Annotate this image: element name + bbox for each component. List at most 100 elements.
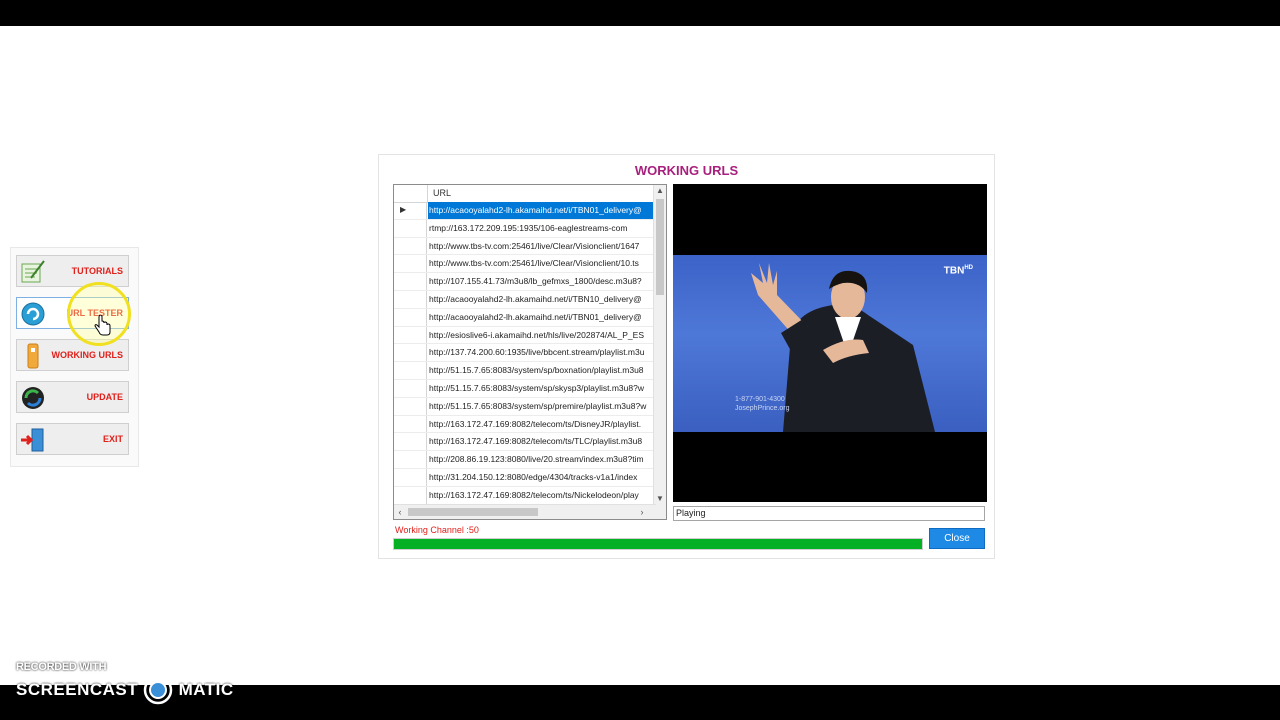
scroll-left-icon[interactable]: ‹ bbox=[394, 505, 406, 519]
tbn-logo-text: TBN bbox=[943, 265, 965, 277]
row-header[interactable] bbox=[394, 237, 427, 255]
row-header[interactable] bbox=[394, 308, 427, 326]
table-row[interactable]: http://www.tbs-tv.com:25461/live/Clear/V… bbox=[394, 237, 656, 256]
horizontal-scrollbar[interactable]: ‹ › bbox=[394, 504, 656, 519]
watermark-matic: MATIC bbox=[178, 680, 234, 699]
video-frame: TBNHD 1-877-901-4300 JosephPrince.org bbox=[673, 255, 987, 432]
working-urls-dialog: WORKING URLS URL ▶ http://acaooyalahd2-lh… bbox=[378, 154, 995, 559]
table-row[interactable]: http://51.15.7.65:8083/system/sp/premire… bbox=[394, 397, 656, 416]
row-header[interactable] bbox=[394, 273, 427, 290]
table-row[interactable]: http://208.86.19.123:8080/live/20.stream… bbox=[394, 451, 656, 469]
exit-button[interactable]: EXIT bbox=[16, 423, 129, 455]
exit-icon bbox=[21, 428, 44, 452]
side-menu: TUTORIALS URL TESTER WORKING URLS UPDATE… bbox=[10, 247, 139, 467]
table-row[interactable]: http://163.172.47.169:8082/telecom/ts/TL… bbox=[394, 433, 656, 452]
screencast-logo-icon bbox=[144, 675, 173, 705]
url-cell[interactable]: http://163.172.47.169:8082/telecom/ts/TL… bbox=[428, 433, 655, 450]
row-header[interactable] bbox=[394, 219, 427, 237]
url-cell[interactable]: http://51.15.7.65:8083/system/sp/premire… bbox=[428, 398, 655, 415]
video-site: JosephPrince.org bbox=[735, 405, 790, 412]
row-header[interactable]: ▶ bbox=[394, 202, 427, 219]
url-cell[interactable]: http://acaooyalahd2-lh.akamaihd.net/i/TB… bbox=[428, 202, 655, 219]
url-cell[interactable]: http://163.172.47.169:8082/telecom/ts/Ni… bbox=[428, 487, 655, 504]
scroll-corner bbox=[654, 505, 666, 519]
url-cell[interactable]: http://31.204.150.12:8080/edge/4304/trac… bbox=[428, 469, 655, 486]
url-grid[interactable]: URL ▶ http://acaooyalahd2-lh.akamaihd.net… bbox=[393, 184, 667, 520]
working-urls-label: WORKING URLS bbox=[51, 350, 124, 360]
horizontal-scroll-thumb[interactable] bbox=[408, 508, 538, 516]
table-row[interactable]: http://acaooyalahd2-lh.akamaihd.net/i/TB… bbox=[394, 308, 656, 327]
working-urls-icon bbox=[27, 343, 39, 369]
table-row[interactable]: http://51.15.7.65:8083/system/sp/boxnati… bbox=[394, 362, 656, 380]
table-row[interactable]: http://137.74.200.60:1935/live/bbcent.st… bbox=[394, 344, 656, 363]
row-header[interactable] bbox=[394, 326, 427, 344]
row-header[interactable] bbox=[394, 451, 427, 468]
player-status-field: Playing bbox=[673, 506, 985, 521]
url-cell[interactable]: http://esioslive6-i.akamaihd.net/hls/liv… bbox=[428, 327, 655, 344]
url-cell[interactable]: http://107.155.41.73/m3u8/lb_gefmxs_1800… bbox=[428, 273, 655, 290]
url-cell[interactable]: http://www.tbs-tv.com:25461/live/Clear/V… bbox=[428, 238, 655, 255]
scroll-right-icon[interactable]: › bbox=[636, 505, 648, 519]
table-row[interactable]: http://107.155.41.73/m3u8/lb_gefmxs_1800… bbox=[394, 273, 656, 291]
tutorials-icon bbox=[21, 260, 45, 283]
url-cell[interactable]: http://51.15.7.65:8083/system/sp/skysp3/… bbox=[428, 380, 655, 397]
column-header-url[interactable]: URL bbox=[433, 188, 451, 198]
url-cell[interactable]: http://208.86.19.123:8080/live/20.stream… bbox=[428, 451, 655, 468]
row-header[interactable] bbox=[394, 415, 427, 433]
row-header[interactable] bbox=[394, 433, 427, 451]
close-button[interactable]: Close bbox=[929, 528, 985, 549]
url-tester-icon bbox=[21, 302, 45, 326]
row-header[interactable] bbox=[394, 344, 427, 362]
exit-label: EXIT bbox=[102, 434, 123, 444]
watermark-line2: SCREENCAST MATIC bbox=[16, 675, 234, 705]
video-caption: 1-877-901-4300 JosephPrince.org bbox=[735, 395, 789, 413]
url-cell[interactable]: http://www.tbs-tv.com:25461/live/Clear/V… bbox=[428, 255, 655, 272]
tbn-logo-sup: HD bbox=[964, 265, 973, 271]
working-urls-button[interactable]: WORKING URLS bbox=[16, 339, 129, 371]
row-header[interactable] bbox=[394, 290, 427, 308]
vertical-scroll-thumb[interactable] bbox=[656, 199, 664, 295]
url-cell[interactable]: http://acaooyalahd2-lh.akamaihd.net/i/TB… bbox=[428, 309, 655, 326]
hand-cursor-icon bbox=[94, 315, 111, 336]
screencast-watermark: RECORDED WITH SCREENCAST MATIC bbox=[16, 661, 234, 705]
dialog-title: WORKING URLS bbox=[634, 163, 739, 178]
vertical-scrollbar[interactable]: ▲ ▼ bbox=[653, 185, 666, 505]
row-header[interactable] bbox=[394, 397, 427, 415]
row-header[interactable] bbox=[394, 255, 427, 273]
tbn-logo: TBNHD bbox=[944, 265, 973, 276]
row-header[interactable] bbox=[394, 379, 427, 397]
preacher-image bbox=[751, 263, 935, 432]
current-row-arrow-icon: ▶ bbox=[400, 205, 407, 214]
update-icon bbox=[22, 387, 44, 409]
table-row[interactable]: http://www.tbs-tv.com:25461/live/Clear/V… bbox=[394, 255, 656, 274]
table-row[interactable]: http://31.204.150.12:8080/edge/4304/trac… bbox=[394, 468, 656, 487]
row-header[interactable] bbox=[394, 486, 427, 504]
table-row[interactable]: http://163.172.47.169:8082/telecom/ts/Di… bbox=[394, 415, 656, 434]
progress-fill bbox=[394, 539, 922, 549]
table-row[interactable]: http://acaooyalahd2-lh.akamaihd.net/i/TB… bbox=[394, 290, 656, 309]
table-row[interactable]: rtmp://163.172.209.195:1935/106-eaglestr… bbox=[394, 219, 656, 238]
grid-body: ▶ http://acaooyalahd2-lh.akamaihd.net/i/T… bbox=[394, 202, 656, 505]
url-cell[interactable]: rtmp://163.172.209.195:1935/106-eaglestr… bbox=[428, 220, 655, 237]
scroll-up-icon[interactable]: ▲ bbox=[654, 185, 666, 197]
tutorials-button[interactable]: TUTORIALS bbox=[16, 255, 129, 287]
row-header[interactable] bbox=[394, 362, 427, 379]
url-cell[interactable]: http://51.15.7.65:8083/system/sp/boxnati… bbox=[428, 362, 655, 379]
video-phone: 1-877-901-4300 bbox=[735, 396, 785, 403]
grid-header: URL bbox=[394, 185, 656, 203]
url-cell[interactable]: http://163.172.47.169:8082/telecom/ts/Di… bbox=[428, 416, 655, 433]
url-cell[interactable]: http://137.74.200.60:1935/live/bbcent.st… bbox=[428, 344, 655, 361]
video-player[interactable]: TBNHD 1-877-901-4300 JosephPrince.org bbox=[673, 184, 987, 502]
tutorials-label: TUTORIALS bbox=[71, 266, 123, 276]
top-black-bar bbox=[0, 0, 1280, 26]
url-cell[interactable]: http://acaooyalahd2-lh.akamaihd.net/i/TB… bbox=[428, 291, 655, 308]
update-button[interactable]: UPDATE bbox=[16, 381, 129, 413]
table-row[interactable]: http://51.15.7.65:8083/system/sp/skysp3/… bbox=[394, 379, 656, 398]
watermark-screencast: SCREENCAST bbox=[16, 680, 139, 699]
table-row[interactable]: http://esioslive6-i.akamaihd.net/hls/liv… bbox=[394, 326, 656, 345]
row-header[interactable] bbox=[394, 468, 427, 486]
watermark-line1: RECORDED WITH bbox=[16, 661, 107, 673]
table-row[interactable]: ▶ http://acaooyalahd2-lh.akamaihd.net/i/T… bbox=[394, 202, 656, 220]
table-row[interactable]: http://163.172.47.169:8082/telecom/ts/Ni… bbox=[394, 486, 656, 505]
update-label: UPDATE bbox=[86, 392, 123, 402]
